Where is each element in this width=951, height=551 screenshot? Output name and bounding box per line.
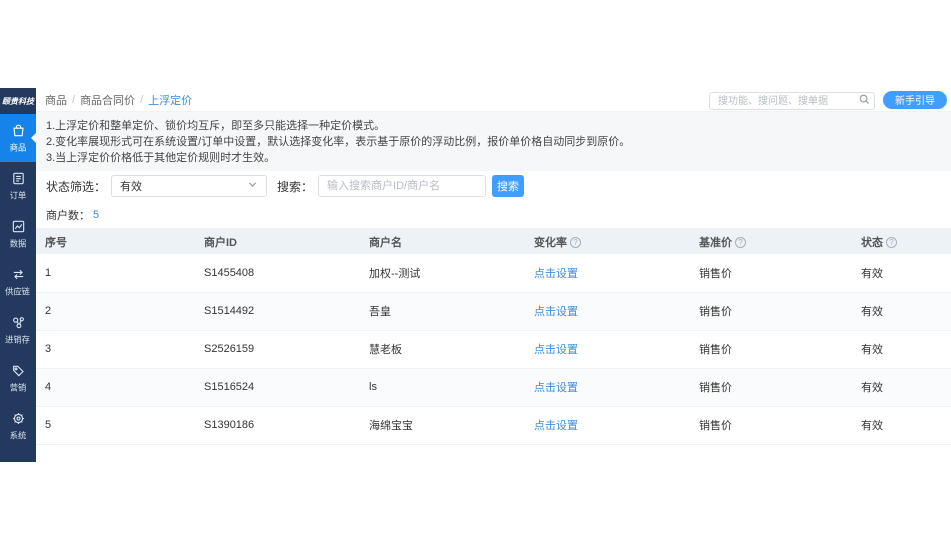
global-search-input[interactable] [709,92,875,110]
cell-base-price: 销售价 [691,254,853,293]
help-icon[interactable]: ? [735,236,746,248]
cell-status: 有效 [853,292,951,331]
cell-base-price: 销售价 [691,368,853,407]
breadcrumb-item-float-price: 上浮定价 [148,94,193,107]
table-row: 5 S1390186 海绵宝宝 点击设置 销售价 有效 [36,406,951,445]
page: 颐贵科技 商品 订单 数据 供应链 进销存 营销 系统 商品 / 商品合同价 /… [0,0,951,551]
sidebar-item-label: 商品 [9,142,27,153]
global-search [709,91,875,111]
cell-base-price: 销售价 [691,406,853,445]
sidebar-item-label: 订单 [9,190,27,201]
cell-status: 有效 [853,254,951,293]
sidebar-item-label: 营销 [9,382,27,393]
sidebar-item-marketing[interactable]: 营销 [0,354,36,402]
col-base-price: 基准价? [691,229,853,254]
cell-status: 有效 [853,368,951,407]
col-merchant-name: 商户名 [361,229,526,254]
merchant-search-input[interactable] [318,175,487,197]
cell-index: 3 [36,330,196,369]
cell-merchant-name: 加权--测试 [361,254,526,293]
cell-base-price: 销售价 [691,330,853,369]
set-change-rate-link[interactable]: 点击设置 [534,306,578,318]
sidebar-item-system[interactable]: 系统 [0,402,36,450]
app-logo: 颐贵科技 [2,96,34,106]
cell-status: 有效 [853,406,951,445]
notice-box: 1.上浮定价和整单定价、锁价均互斥，即至多只能选择一种定价模式。 2.变化率展现… [36,112,951,171]
merchant-count-row: 商户数： 5 [36,201,951,229]
table-row: 4 S1516524 ls 点击设置 销售价 有效 [36,368,951,407]
price-tag-icon [11,363,26,378]
breadcrumb: 商品 / 商品合同价 / 上浮定价 [45,92,192,108]
set-change-rate-link[interactable]: 点击设置 [534,420,578,432]
cell-merchant-id: S2526159 [196,330,361,369]
guide-button[interactable]: 新手引导 [883,90,947,109]
notice-line: 1.上浮定价和整单定价、锁价均互斥，即至多只能选择一种定价模式。 [46,120,386,132]
cell-merchant-id: S1514492 [196,292,361,331]
col-change-rate: 变化率? [526,229,691,254]
set-change-rate-link[interactable]: 点击设置 [534,344,578,356]
main-content: 商品 / 商品合同价 / 上浮定价 新手引导 [36,88,951,462]
help-icon[interactable]: ? [570,236,581,248]
filter-row: 状态筛选： 有效 搜索： 搜索 [36,171,951,201]
col-merchant-id: 商户ID [196,229,361,254]
status-filter-label: 状态筛选： [46,179,107,194]
cell-status: 有效 [853,330,951,369]
cell-index: 1 [36,254,196,293]
cell-merchant-id: S1390186 [196,406,361,445]
merchant-count-value: 5 [93,208,100,221]
order-doc-icon [11,171,26,186]
col-status: 状态? [853,229,951,254]
status-select[interactable]: 有效 [111,175,268,197]
notice-line: 2.变化率展现形式可在系统设置/订单中设置，默认选择变化率，表示基于原价的浮动比… [46,136,631,148]
col-index: 序号 [36,229,196,254]
help-icon[interactable]: ? [886,236,897,248]
sidebar-item-supply-chain[interactable]: 供应链 [0,258,36,306]
cell-merchant-id: S1455408 [196,254,361,293]
sidebar-item-goods[interactable]: 商品 [0,114,36,162]
topbar: 商品 / 商品合同价 / 上浮定价 新手引导 [36,88,951,112]
breadcrumb-item-contract-price[interactable]: 商品合同价 [80,92,135,108]
gear-icon [11,411,26,426]
line-chart-icon [11,219,26,234]
shopping-bag-icon [11,123,26,138]
cell-base-price: 销售价 [691,292,853,331]
table-row: 3 S2526159 慧老板 点击设置 销售价 有效 [36,330,951,369]
merchant-table: 序号 商户ID 商户名 变化率? 基准价? 状态? 1 S1455408 加权-… [36,229,951,445]
cell-index: 5 [36,406,196,445]
search-filter-label: 搜索： [277,179,314,194]
cell-merchant-id: S1516524 [196,368,361,407]
supply-arrows-icon [11,267,26,282]
sidebar-item-label: 进销存 [5,334,31,345]
cell-merchant-name: ls [361,368,526,407]
sidebar-item-data[interactable]: 数据 [0,210,36,258]
topbar-right: 新手引导 [709,90,947,111]
notice-line: 3.当上浮定价价格低于其他定价规则时才生效。 [46,152,276,164]
table-header-row: 序号 商户ID 商户名 变化率? 基准价? 状态? [36,229,951,254]
chevron-down-icon [247,179,258,193]
app-window: 颐贵科技 商品 订单 数据 供应链 进销存 营销 系统 商品 / 商品合同价 /… [0,88,951,462]
merchant-count-label: 商户数： [46,209,90,222]
table-row: 1 S1455408 加权--测试 点击设置 销售价 有效 [36,254,951,293]
search-icon[interactable] [858,93,871,111]
cell-merchant-name: 海绵宝宝 [361,406,526,445]
set-change-rate-link[interactable]: 点击设置 [534,268,578,280]
sidebar-item-label: 供应链 [5,286,31,297]
breadcrumb-separator: / [72,93,76,106]
sidebar-item-inventory[interactable]: 进销存 [0,306,36,354]
table-row: 2 S1514492 吾皇 点击设置 销售价 有效 [36,292,951,331]
sidebar: 颐贵科技 商品 订单 数据 供应链 进销存 营销 系统 [0,88,36,462]
set-change-rate-link[interactable]: 点击设置 [534,382,578,394]
cell-merchant-name: 吾皇 [361,292,526,331]
sidebar-item-label: 数据 [9,238,27,249]
breadcrumb-separator: / [140,93,144,106]
status-select-value: 有效 [120,181,143,193]
cell-merchant-name: 慧老板 [361,330,526,369]
cell-index: 4 [36,368,196,407]
breadcrumb-item-goods[interactable]: 商品 [45,92,67,108]
sidebar-item-orders[interactable]: 订单 [0,162,36,210]
sidebar-item-label: 系统 [9,430,27,441]
search-button[interactable]: 搜索 [492,175,525,197]
cell-index: 2 [36,292,196,331]
network-nodes-icon [11,315,26,330]
